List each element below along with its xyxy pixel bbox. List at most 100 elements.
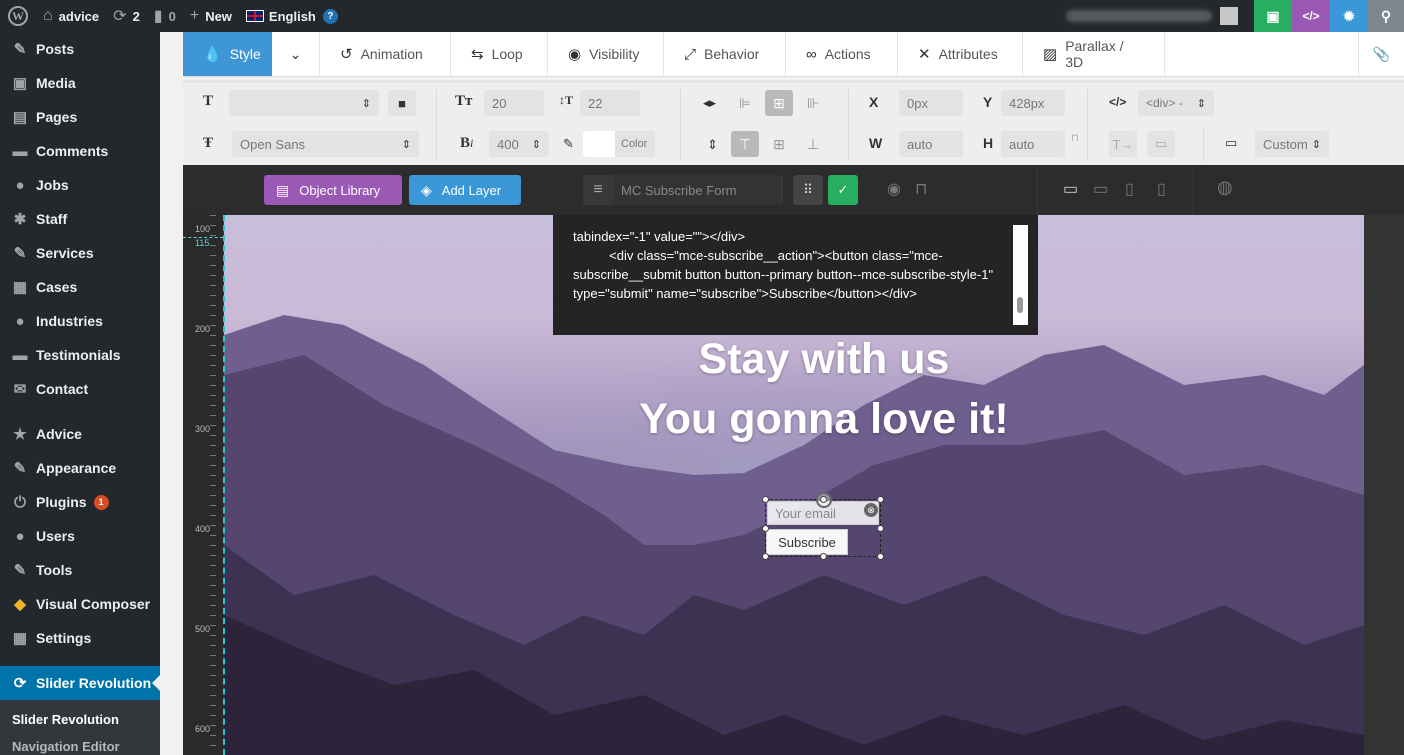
tab-actions[interactable]: ∞ Actions xyxy=(786,32,898,76)
tab-attributes[interactable]: ✕ Attributes xyxy=(898,32,1023,76)
font-weight-select[interactable]: 400 xyxy=(489,131,549,157)
user-name[interactable] xyxy=(1066,10,1212,22)
x-position-input[interactable]: 0px xyxy=(899,90,963,116)
new-content-link[interactable]: + New xyxy=(183,0,239,32)
sidebar-item-label: Services xyxy=(36,245,94,261)
sidebar-item-contact[interactable]: ✉ Contact xyxy=(0,372,160,406)
resize-handle[interactable] xyxy=(877,525,884,532)
color-button[interactable]: Color xyxy=(615,131,655,157)
height-input[interactable]: auto xyxy=(1001,131,1065,157)
sidebar-item-appearance[interactable]: ✎ Appearance xyxy=(0,451,160,485)
text-transform-button[interactable]: T→ xyxy=(1109,131,1137,157)
cover-button[interactable]: ▭ xyxy=(1147,131,1175,157)
eye-icon[interactable]: ◉ xyxy=(887,179,901,199)
valign-middle-button[interactable]: ⊞ xyxy=(765,131,793,157)
submenu-navigation-editor[interactable]: Navigation Editor xyxy=(0,733,160,755)
valign-top-button[interactable]: ⊤ xyxy=(731,131,759,157)
submenu-slider-revolution[interactable]: Slider Revolution xyxy=(0,706,160,733)
resize-handle[interactable] xyxy=(820,553,827,560)
line-height-input[interactable]: 22 xyxy=(580,90,640,116)
globe-edit-icon[interactable]: ◍ xyxy=(1217,177,1233,198)
sidebar-item-staff[interactable]: ✱ Staff xyxy=(0,202,160,236)
size-mode-select[interactable]: Custom xyxy=(1255,131,1329,157)
help-icon[interactable]: ? xyxy=(322,8,338,24)
sidebar-item-media[interactable]: ▣ Media xyxy=(0,66,160,100)
resize-handle[interactable] xyxy=(877,496,884,503)
font-family-select[interactable]: Open Sans xyxy=(232,131,419,157)
tab-expand-toggle[interactable]: ⌄ xyxy=(272,32,320,76)
subscribe-button[interactable]: Subscribe xyxy=(766,529,848,555)
sidebar-item-services[interactable]: ✎ Services xyxy=(0,236,160,270)
tablet-icon[interactable]: ▯ xyxy=(1125,179,1134,199)
search-button[interactable]: ⚲ xyxy=(1368,0,1404,32)
style-preset-select[interactable] xyxy=(229,90,379,116)
settings-button[interactable]: ✹ xyxy=(1330,0,1368,32)
site-name-link[interactable]: ⌂ advice xyxy=(36,0,106,32)
avatar[interactable] xyxy=(1220,7,1238,25)
desktop-icon[interactable]: ▭ xyxy=(1063,179,1078,199)
sidebar-item-industries[interactable]: ● Industries xyxy=(0,304,160,338)
sidebar-item-cases[interactable]: ▦ Cases xyxy=(0,270,160,304)
comments-link[interactable]: ▮ 0 xyxy=(147,0,183,32)
tab-style[interactable]: 💧 Style xyxy=(183,32,272,76)
color-swatch[interactable] xyxy=(583,131,615,157)
sidebar-item-visual-composer[interactable]: ◆ Visual Composer xyxy=(0,587,160,621)
headline-line-1[interactable]: Stay with us xyxy=(224,335,1404,384)
unlock-icon[interactable]: ⊓ xyxy=(915,179,927,199)
code-text[interactable]: tabindex="-1" value=""></div> <div class… xyxy=(573,229,997,301)
resize-handle[interactable] xyxy=(762,553,769,560)
align-center-button[interactable]: ⊞ xyxy=(765,90,793,116)
subscribe-form-layer[interactable]: Your email Subscribe ⊗ xyxy=(762,492,884,560)
sidebar-item-slider-revolution[interactable]: ⟳ Slider Revolution xyxy=(0,666,160,700)
tab-animation[interactable]: ↺ Animation xyxy=(320,32,451,76)
font-size-input[interactable]: 20 xyxy=(484,90,544,116)
phone-icon[interactable]: ▯ xyxy=(1157,179,1166,199)
code-editor-popup[interactable]: tabindex="-1" value=""></div> <div class… xyxy=(553,215,1038,335)
sidebar-item-jobs[interactable]: ● Jobs xyxy=(0,168,160,202)
sidebar-item-settings[interactable]: ▦ Settings xyxy=(0,621,160,655)
updates-link[interactable]: ⟳ 2 xyxy=(106,0,147,32)
sidebar-item-pages[interactable]: ▤ Pages xyxy=(0,100,160,134)
align-right-button[interactable]: ⊪ xyxy=(799,90,827,116)
grid-button[interactable]: ⠿ xyxy=(793,175,823,205)
save-slide-button[interactable]: ▣ xyxy=(1254,0,1292,32)
code-button[interactable]: </> xyxy=(1292,0,1330,32)
layer-name-input[interactable] xyxy=(613,175,781,205)
resize-handle[interactable] xyxy=(762,496,769,503)
sidebar-item-posts[interactable]: ✎ Posts xyxy=(0,32,160,66)
wordpress-logo-icon[interactable]: W xyxy=(0,0,36,32)
attachment-button[interactable]: 📎 xyxy=(1358,32,1404,76)
y-position-input[interactable]: 428px xyxy=(1001,90,1065,116)
tab-parallax-3d[interactable]: ▨ Parallax / 3D xyxy=(1023,32,1165,76)
sidebar-item-comments[interactable]: ▬ Comments xyxy=(0,134,160,168)
sidebar-item-plugins[interactable]: ⏻ Plugins 1 xyxy=(0,485,160,519)
tab-behavior[interactable]: ⤢ Behavior xyxy=(664,32,786,76)
sidebar-item-users[interactable]: ● Users xyxy=(0,519,160,553)
mail-icon: ✉ xyxy=(13,381,27,398)
confirm-button[interactable]: ✓ xyxy=(828,175,858,205)
object-library-button[interactable]: ▤ Object Library xyxy=(264,175,402,205)
add-layer-button[interactable]: ◈ Add Layer xyxy=(409,175,521,205)
aspect-lock-icon[interactable]: ⊓ xyxy=(1071,133,1079,144)
resize-handle[interactable] xyxy=(820,496,827,503)
valign-bottom-button[interactable]: ⊥ xyxy=(799,131,827,157)
tab-visibility[interactable]: ◉ Visibility xyxy=(548,32,664,76)
tab-loop[interactable]: ⇆ Loop xyxy=(451,32,548,76)
resize-handle[interactable] xyxy=(762,525,769,532)
width-input[interactable]: auto xyxy=(899,131,963,157)
laptop-icon[interactable]: ▭ xyxy=(1093,179,1108,199)
sidebar-item-testimonials[interactable]: ▬ Testimonials xyxy=(0,338,160,372)
layer-options-icon[interactable]: ⊗ xyxy=(864,503,878,517)
menu-icon[interactable]: ≡ xyxy=(583,181,613,199)
save-style-button[interactable]: ■ xyxy=(388,90,416,116)
align-left-button[interactable]: ⊫ xyxy=(731,90,759,116)
language-switcher[interactable]: English? xyxy=(239,0,345,32)
sidebar-item-tools[interactable]: ✎ Tools xyxy=(0,553,160,587)
headline-line-2[interactable]: You gonna love it! xyxy=(224,395,1404,444)
scrollbar[interactable] xyxy=(1013,225,1028,325)
sidebar-item-advice[interactable]: ★ Advice xyxy=(0,417,160,451)
tag-select[interactable]: <div> - xyxy=(1138,90,1214,116)
scrollbar-thumb[interactable] xyxy=(1017,297,1023,313)
vc-icon: ◆ xyxy=(14,596,26,613)
resize-handle[interactable] xyxy=(877,553,884,560)
